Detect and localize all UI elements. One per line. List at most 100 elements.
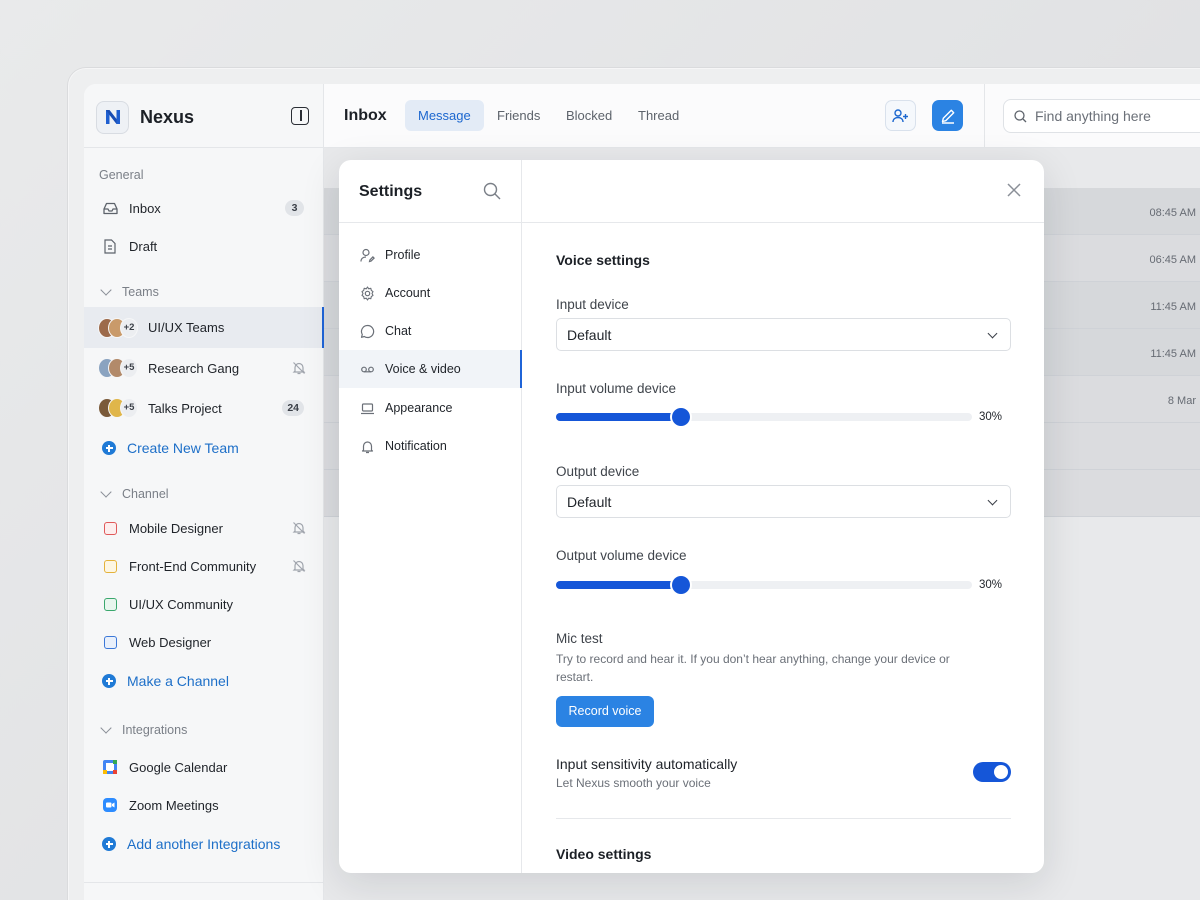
mic-test-title: Mic test (556, 631, 603, 646)
output-volume-label: Output volume device (556, 548, 687, 563)
unread-badge: 24 (282, 400, 304, 416)
divider (84, 147, 324, 148)
sidebar-item-mobile-designer[interactable]: Mobile Designer (84, 509, 324, 547)
section-label: Channel (122, 487, 169, 501)
search-icon (1014, 109, 1027, 122)
section-integrations-toggle[interactable]: Integrations (99, 722, 187, 737)
make-channel-link[interactable]: Make a Channel (102, 673, 229, 689)
channel-color-icon (102, 596, 118, 612)
bell-icon (360, 439, 375, 454)
input-volume-slider[interactable] (556, 408, 972, 426)
compose-button[interactable] (932, 100, 963, 131)
settings-item-label: Notification (385, 439, 447, 453)
output-device-select[interactable]: Default (556, 485, 1011, 518)
sidebar-item-front-end-community[interactable]: Front-End Community (84, 547, 324, 585)
slider-fill (556, 581, 681, 589)
gear-icon (360, 285, 375, 301)
search-icon[interactable] (483, 182, 501, 200)
sidebar-item-google-calendar[interactable]: Google Calendar (84, 748, 324, 786)
output-volume-slider[interactable] (556, 576, 972, 594)
settings-item-account[interactable]: Account (339, 274, 522, 312)
settings-item-label: Voice & video (385, 362, 461, 376)
divider (556, 818, 1011, 819)
sidebar-collapse-icon[interactable] (291, 107, 309, 125)
sidebar-item-draft[interactable]: Draft (84, 227, 324, 265)
tab-friends[interactable]: Friends (484, 100, 553, 131)
sidebar-item-web-designer[interactable]: Web Designer (84, 623, 324, 661)
google-calendar-icon (102, 759, 118, 775)
unread-badge: 3 (285, 200, 304, 216)
sensitivity-toggle[interactable] (973, 762, 1011, 782)
output-device-label: Output device (556, 464, 640, 479)
create-team-link[interactable]: Create New Team (102, 440, 239, 456)
add-integration-link[interactable]: Add another Integrations (102, 836, 280, 852)
sidebar-item-uiux-community[interactable]: UI/UX Community (84, 585, 324, 623)
team-avatars: +5 (98, 398, 138, 418)
input-device-select[interactable]: Default (556, 318, 1011, 351)
settings-item-chat[interactable]: Chat (339, 312, 522, 350)
add-friend-button[interactable] (885, 100, 916, 131)
sidebar-item-uiux-teams[interactable]: +2 UI/UX Teams (84, 307, 324, 348)
link-label: Make a Channel (127, 673, 229, 689)
user-edit-icon (360, 248, 375, 263)
topbar: Inbox Message Friends Blocked Thread (324, 84, 1200, 148)
section-heading: Voice settings (556, 252, 650, 268)
chevron-down-icon (100, 722, 112, 734)
link-label: Create New Team (127, 440, 239, 456)
tab-thread[interactable]: Thread (625, 100, 692, 131)
sidebar-item-label: Draft (129, 238, 158, 254)
close-icon[interactable] (1006, 182, 1022, 198)
sidebar-item-research-gang[interactable]: +5 Research Gang (84, 349, 324, 387)
chevron-down-icon (100, 284, 112, 296)
record-voice-button[interactable]: Record voice (556, 696, 654, 727)
section-label: Teams (122, 285, 159, 299)
settings-item-voice-video[interactable]: Voice & video (339, 350, 522, 388)
sidebar-item-label: Research Gang (148, 360, 240, 376)
sensitivity-title: Input sensitivity automatically (556, 756, 738, 772)
input-device-label: Input device (556, 297, 629, 312)
divider (984, 84, 985, 148)
bell-off-icon[interactable] (292, 521, 306, 535)
member-count: +5 (120, 358, 138, 378)
slider-thumb[interactable] (671, 576, 690, 594)
laptop-icon (360, 401, 375, 416)
section-teams-toggle[interactable]: Teams (99, 284, 159, 299)
brand[interactable]: Nexus (96, 100, 194, 134)
bell-off-icon[interactable] (292, 361, 306, 375)
sidebar-item-label: Zoom Meetings (129, 797, 219, 813)
sidebar-item-inbox[interactable]: Inbox 3 (84, 189, 324, 227)
global-search[interactable] (1003, 99, 1200, 133)
sidebar-item-label: Talks Project (148, 400, 222, 416)
slider-thumb[interactable] (671, 408, 690, 426)
mic-test-description: Try to record and hear it. If you don’t … (556, 652, 950, 684)
channel-color-icon (102, 520, 118, 536)
sidebar-item-label: Mobile Designer (129, 520, 223, 536)
plus-circle-icon (102, 441, 116, 455)
bell-off-icon[interactable] (292, 559, 306, 573)
sidebar-item-talks-project[interactable]: +5 Talks Project 24 (84, 389, 324, 427)
settings-item-label: Appearance (385, 401, 453, 415)
app-name: Nexus (140, 106, 195, 127)
member-count: +2 (120, 317, 138, 338)
sidebar-item-label: Inbox (129, 200, 161, 216)
channel-color-icon (102, 558, 118, 574)
modal-title: Settings (359, 183, 423, 200)
inbox-icon (102, 200, 118, 216)
plus-circle-icon (102, 674, 116, 688)
sidebar-item-zoom-meetings[interactable]: Zoom Meetings (84, 786, 324, 824)
tab-blocked[interactable]: Blocked (553, 100, 625, 131)
chat-bubble-icon (360, 324, 375, 339)
section-heading: Video settings (556, 846, 652, 862)
settings-item-appearance[interactable]: Appearance (339, 389, 522, 427)
settings-item-notification[interactable]: Notification (339, 427, 522, 465)
team-avatars: +2 (98, 317, 138, 338)
section-channel-toggle[interactable]: Channel (99, 486, 169, 501)
settings-item-profile[interactable]: Profile (339, 236, 522, 274)
input-volume-label: Input volume device (556, 381, 677, 396)
sidebar-item-label: Front-End Community (129, 558, 257, 574)
tab-message[interactable]: Message (405, 100, 484, 131)
sensitivity-description: Let Nexus smooth your voice (556, 776, 711, 790)
search-input[interactable] (1035, 108, 1200, 124)
sidebar-item-label: Google Calendar (129, 759, 228, 775)
chevron-down-icon (987, 495, 998, 506)
